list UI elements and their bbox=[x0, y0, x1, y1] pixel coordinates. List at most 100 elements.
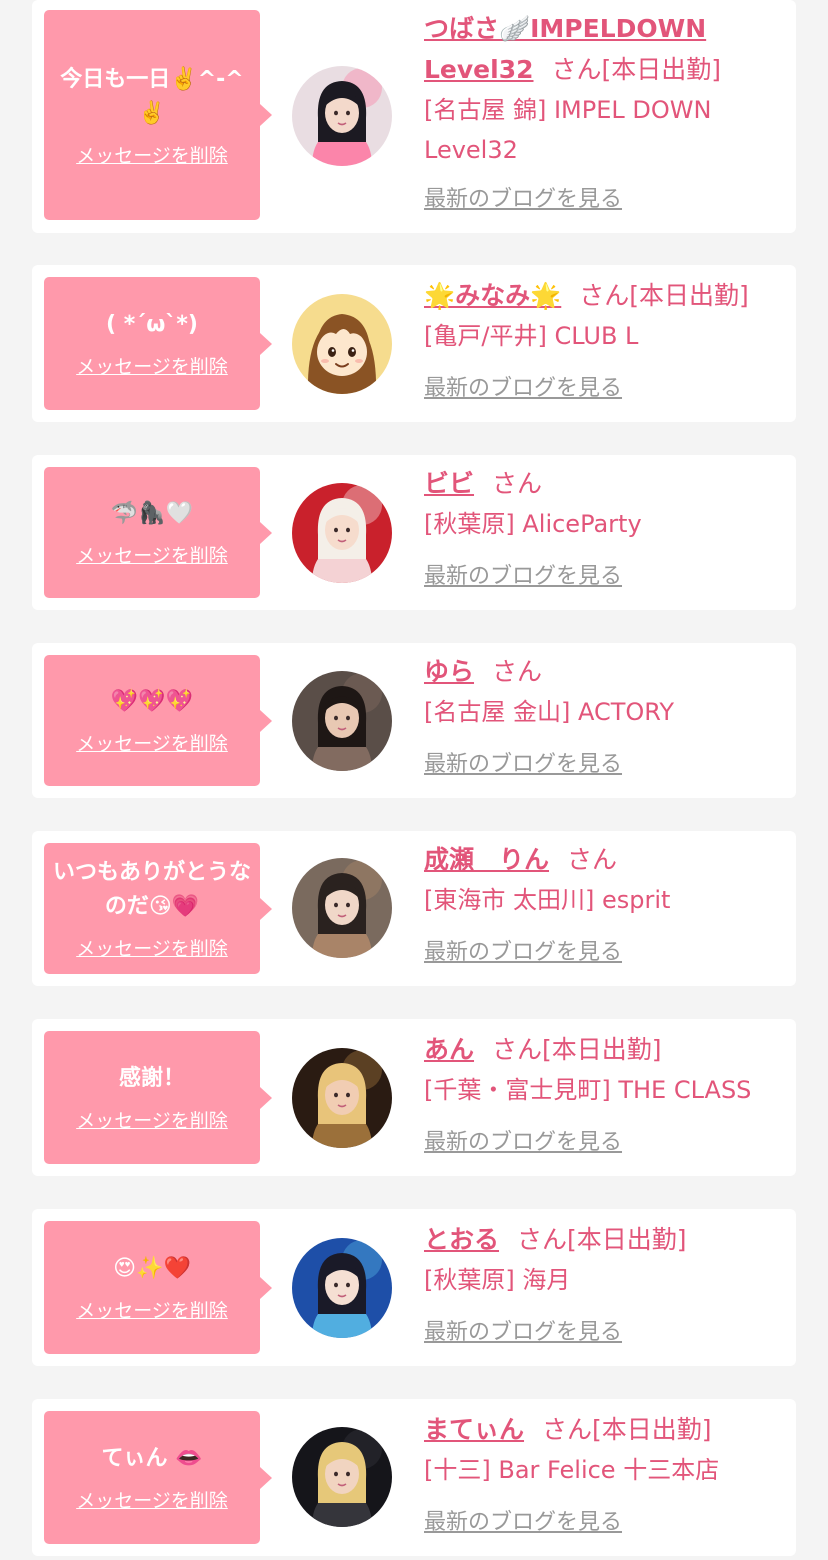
avatar-photo-icon bbox=[292, 1238, 392, 1338]
delete-message-link[interactable]: メッセージを削除 bbox=[76, 1486, 228, 1513]
message-text: 感謝！ bbox=[118, 1066, 185, 1091]
avatar[interactable] bbox=[292, 483, 392, 583]
shop-text: [十三] Bar Felice 十三本店 bbox=[424, 1456, 720, 1484]
message-card: ( *´ω`*) メッセージを削除 🌟みなみ🌟 さん[本日出勤] [亀戸/平井] … bbox=[32, 265, 796, 422]
cast-name-link[interactable]: ゆら bbox=[424, 657, 474, 686]
honorific-text: さん bbox=[492, 657, 543, 686]
name-line: とおる さん[本日出勤] bbox=[424, 1219, 786, 1260]
cast-name-link[interactable]: 成瀬 りん bbox=[424, 845, 549, 874]
avatar[interactable] bbox=[292, 858, 392, 958]
latest-blog-link[interactable]: 最新のブログを見る bbox=[424, 370, 622, 402]
latest-blog-link[interactable]: 最新のブログを見る bbox=[424, 746, 622, 778]
delete-message-link[interactable]: メッセージを削除 bbox=[76, 934, 228, 961]
message-bubble: 感謝！ メッセージを削除 bbox=[44, 1031, 272, 1164]
avatar-photo-icon bbox=[292, 66, 392, 166]
message-bubble: ( *´ω`*) メッセージを削除 bbox=[44, 277, 272, 410]
on-duty-badge: [本日出勤] bbox=[592, 1415, 712, 1444]
name-line: ビビ さん bbox=[424, 463, 786, 504]
name-line: 🌟みなみ🌟 さん[本日出勤] bbox=[424, 275, 786, 316]
cast-info: あん さん[本日出勤] [千葉・富士見町] THE CLASS 最新のブログを見る bbox=[424, 1029, 786, 1176]
shop-text: [名古屋 錦] IMPEL DOWN Level32 bbox=[424, 96, 712, 164]
message-card: てぃん 👄 メッセージを削除 まてぃん さん[本日出勤] [十三] Bar Fel… bbox=[32, 1399, 796, 1556]
message-card: 今日も一日✌️^-^✌️ メッセージを削除 つばさ🪽IMPELDOWN Leve… bbox=[32, 0, 796, 233]
latest-blog-link[interactable]: 最新のブログを見る bbox=[424, 1504, 622, 1536]
message-bubble: いつもありがとうなのだ😘💗 メッセージを削除 bbox=[44, 843, 272, 974]
cast-info: まてぃん さん[本日出勤] [十三] Bar Felice 十三本店 最新のブログ… bbox=[424, 1409, 786, 1556]
avatar-photo-icon bbox=[292, 671, 392, 771]
cast-info: つばさ🪽IMPELDOWN Level32 さん[本日出勤] [名古屋 錦] IM… bbox=[424, 8, 786, 233]
honorific-text: さん bbox=[492, 1035, 543, 1064]
shop-text: [秋葉原] 海月 bbox=[424, 1266, 571, 1294]
delete-message-link[interactable]: メッセージを削除 bbox=[76, 1296, 228, 1323]
avatar-photo-icon bbox=[292, 1427, 392, 1527]
avatar[interactable] bbox=[292, 66, 392, 166]
shop-text: [東海市 太田川] esprit bbox=[424, 886, 671, 914]
cast-info: 成瀬 りん さん [東海市 太田川] esprit 最新のブログを見る bbox=[424, 839, 786, 986]
avatar[interactable] bbox=[292, 1427, 392, 1527]
delete-message-link[interactable]: メッセージを削除 bbox=[76, 1106, 228, 1133]
on-duty-badge: [本日出勤] bbox=[629, 281, 749, 310]
name-line: つばさ🪽IMPELDOWN Level32 さん[本日出勤] bbox=[424, 8, 786, 90]
avatar[interactable] bbox=[292, 671, 392, 771]
honorific-text: さん bbox=[492, 469, 543, 498]
message-bubble: 🦈🦍🤍 メッセージを削除 bbox=[44, 467, 272, 598]
delete-message-link[interactable]: メッセージを削除 bbox=[76, 541, 228, 568]
latest-blog-link[interactable]: 最新のブログを見る bbox=[424, 1124, 622, 1156]
avatar[interactable] bbox=[292, 1048, 392, 1148]
cast-name-link[interactable]: 🌟みなみ🌟 bbox=[424, 281, 561, 310]
cast-name-link[interactable]: とおる bbox=[424, 1225, 499, 1254]
latest-blog-link[interactable]: 最新のブログを見る bbox=[424, 934, 622, 966]
avatar-photo-icon bbox=[292, 1048, 392, 1148]
cast-info: とおる さん[本日出勤] [秋葉原] 海月 最新のブログを見る bbox=[424, 1219, 786, 1366]
message-card: 💖💖💖 メッセージを削除 ゆら さん [名古屋 金山] ACTORY 最新のブログ… bbox=[32, 643, 796, 798]
message-text: 🦈🦍🤍 bbox=[110, 501, 194, 526]
cast-name-link[interactable]: あん bbox=[424, 1035, 474, 1064]
avatar[interactable] bbox=[292, 1238, 392, 1338]
cast-info: ゆら さん [名古屋 金山] ACTORY 最新のブログを見る bbox=[424, 651, 786, 798]
delete-message-link[interactable]: メッセージを削除 bbox=[76, 729, 228, 756]
message-text: いつもありがとうなのだ😘💗 bbox=[52, 860, 251, 919]
cast-info: 🌟みなみ🌟 さん[本日出勤] [亀戸/平井] CLUB L 最新のブログを見る bbox=[424, 275, 786, 422]
honorific-text: さん bbox=[542, 1415, 593, 1444]
name-line: 成瀬 りん さん bbox=[424, 839, 786, 880]
message-bubble: 💖💖💖 メッセージを削除 bbox=[44, 655, 272, 786]
shop-text: [秋葉原] AliceParty bbox=[424, 510, 642, 538]
message-text: ( *´ω`*) bbox=[106, 312, 198, 337]
delete-message-link[interactable]: メッセージを削除 bbox=[76, 141, 228, 168]
on-duty-badge: [本日出勤] bbox=[542, 1035, 662, 1064]
name-line: ゆら さん bbox=[424, 651, 786, 692]
latest-blog-link[interactable]: 最新のブログを見る bbox=[424, 181, 622, 213]
honorific-text: さん bbox=[579, 281, 630, 310]
message-text: 😍✨❤️ bbox=[113, 1256, 191, 1281]
message-card: いつもありがとうなのだ😘💗 メッセージを削除 成瀬 りん さん [東海市 太田川]… bbox=[32, 831, 796, 986]
latest-blog-link[interactable]: 最新のブログを見る bbox=[424, 558, 622, 590]
message-bubble: てぃん 👄 メッセージを削除 bbox=[44, 1411, 272, 1544]
shop-text: [名古屋 金山] ACTORY bbox=[424, 698, 675, 726]
shop-text: [千葉・富士見町] THE CLASS bbox=[424, 1076, 752, 1104]
delete-message-link[interactable]: メッセージを削除 bbox=[76, 352, 228, 379]
cast-info: ビビ さん [秋葉原] AliceParty 最新のブログを見る bbox=[424, 463, 786, 610]
shop-text: [亀戸/平井] CLUB L bbox=[424, 322, 639, 350]
avatar[interactable] bbox=[292, 294, 392, 394]
message-card: 🦈🦍🤍 メッセージを削除 ビビ さん [秋葉原] AliceParty 最新のブロ… bbox=[32, 455, 796, 610]
honorific-text: さん bbox=[567, 845, 618, 874]
name-line: まてぃん さん[本日出勤] bbox=[424, 1409, 786, 1450]
message-card: 感謝！ メッセージを削除 あん さん[本日出勤] [千葉・富士見町] THE CL… bbox=[32, 1019, 796, 1176]
message-card: 😍✨❤️ メッセージを削除 とおる さん[本日出勤] [秋葉原] 海月 最新のブロ… bbox=[32, 1209, 796, 1366]
message-list: 今日も一日✌️^-^✌️ メッセージを削除 つばさ🪽IMPELDOWN Leve… bbox=[0, 0, 828, 1560]
on-duty-badge: [本日出勤] bbox=[567, 1225, 687, 1254]
on-duty-badge: [本日出勤] bbox=[601, 55, 722, 84]
latest-blog-link[interactable]: 最新のブログを見る bbox=[424, 1314, 622, 1346]
avatar-photo-icon bbox=[292, 483, 392, 583]
honorific-text: さん bbox=[517, 1225, 568, 1254]
message-text: 💖💖💖 bbox=[110, 689, 194, 714]
avatar-photo-icon bbox=[292, 858, 392, 958]
honorific-text: さん bbox=[551, 55, 602, 84]
message-text: てぃん 👄 bbox=[101, 1446, 203, 1471]
name-line: あん さん[本日出勤] bbox=[424, 1029, 786, 1070]
message-bubble: 😍✨❤️ メッセージを削除 bbox=[44, 1221, 272, 1354]
cast-name-link[interactable]: ビビ bbox=[424, 469, 474, 498]
avatar-cartoon-icon bbox=[292, 294, 392, 394]
cast-name-link[interactable]: まてぃん bbox=[424, 1415, 524, 1444]
message-text: 今日も一日✌️^-^✌️ bbox=[60, 66, 244, 126]
